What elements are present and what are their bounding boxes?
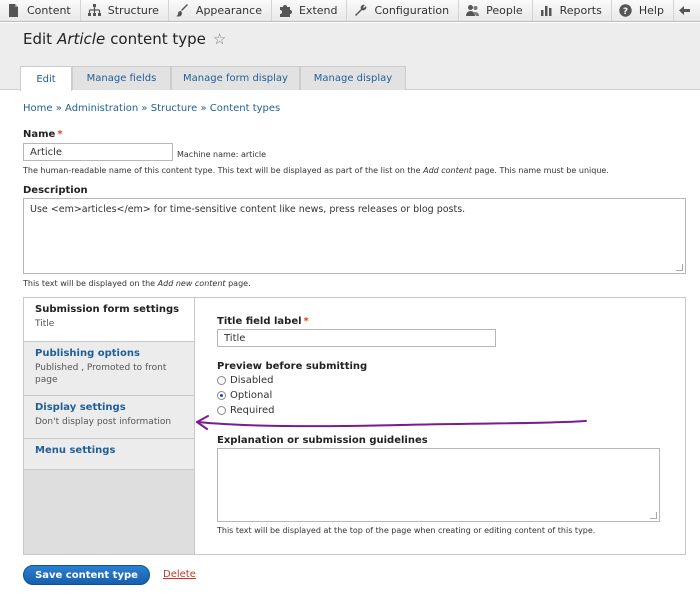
vtab-summary: Don't display post information [35,417,172,427]
toolbar-content[interactable]: Content [0,0,81,21]
back-arrow-icon [678,6,690,15]
tab-manage-display[interactable]: Manage display [300,66,406,90]
page-header: Edit Article content type ☆ Edit Manage … [0,23,700,91]
name-label: Name * [23,129,63,140]
wrench-icon [355,4,367,16]
required-mark: * [303,316,309,327]
title-prefix: Edit [23,30,53,48]
preview-option-optional[interactable]: Optional [217,390,272,401]
toolbar-people[interactable]: People [459,0,533,21]
toolbar-extend[interactable]: Extend [272,0,348,21]
vtab-menu-settings[interactable]: Menu settings [24,439,194,470]
description-text: Use <em>articles</em> for time-sensitive… [30,204,466,215]
vtab-summary: Published , Promoted to front page [35,363,167,385]
toolbar-reports[interactable]: Reports [533,0,612,21]
vtab-title: Display settings [35,402,126,413]
name-help-post: page. This name must be unique. [474,166,609,175]
delete-link[interactable]: Delete [163,569,196,580]
radio-button[interactable] [217,376,226,385]
description-help-em: Add new content [157,279,226,288]
title-suffix: content type [110,30,206,48]
breadcrumb-administration[interactable]: Administration [65,103,138,114]
title-field-label: Title field label * [217,316,309,327]
vertical-tabs-menu: Submission form settings Title Publishin… [24,298,195,554]
breadcrumb-separator: » [200,103,207,114]
toolbar-label: Reports [559,4,602,17]
title-field-label-text: Title field label [217,316,302,327]
machine-name: Machine name: article [177,150,267,159]
guidelines-help-text: This text will be displayed at the top o… [217,526,596,535]
radio-label: Optional [230,390,273,401]
tab-manage-form-display[interactable]: Manage form display [171,66,300,90]
vtab-title: Submission form settings [35,304,180,315]
file-icon [9,4,18,17]
breadcrumb: Home » Administration » Structure » Cont… [23,103,280,114]
toolbar-structure[interactable]: Structure [81,0,169,21]
resize-grip-icon[interactable] [676,264,683,271]
breadcrumb-separator: » [141,103,148,114]
guidelines-textarea[interactable] [217,448,660,522]
save-content-type-button[interactable]: Save content type [23,565,150,585]
toolbar-appearance[interactable]: Appearance [169,0,272,21]
paintbrush-icon [175,4,188,17]
toolbar-label: Structure [107,4,159,17]
breadcrumb-home[interactable]: Home [23,103,53,114]
preview-option-required[interactable]: Required [217,405,275,416]
preview-label: Preview before submitting [217,361,368,372]
svg-text:?: ? [623,7,628,17]
tab-manage-fields[interactable]: Manage fields [72,66,171,90]
resize-grip-icon[interactable] [650,512,657,519]
structure-icon [87,4,101,16]
name-help-text: The human-readable name of this content … [23,166,609,175]
description-label: Description [23,185,88,196]
toolbar-label: Help [638,4,664,17]
question-icon: ? [619,4,632,17]
people-icon [466,5,480,16]
toolbar-label: Extend [298,4,338,17]
toolbar-help[interactable]: ? Help [612,0,674,21]
radio-button[interactable] [217,406,226,415]
toolbar-label: Content [27,4,71,17]
name-help-em: Add content [423,166,472,175]
radio-label: Disabled [230,375,274,386]
puzzle-icon [279,5,292,17]
description-help-post: page. [228,279,251,288]
breadcrumb-structure[interactable]: Structure [151,103,198,114]
shortcut-star-icon[interactable]: ☆ [213,30,226,48]
toolbar-back[interactable] [674,0,700,21]
title-field-input[interactable]: Title [217,329,496,347]
page-title: Edit Article content type ☆ [23,30,226,48]
vtab-title: Publishing options [35,348,140,359]
description-textarea[interactable]: Use <em>articles</em> for time-sensitive… [23,198,686,274]
name-input[interactable]: Article [23,143,173,161]
description-help-text: This text will be displayed on the Add n… [23,279,251,288]
toolbar-label: Appearance [195,4,262,17]
toolbar-label: People [486,4,523,17]
vtab-publishing-options[interactable]: Publishing options Published , Promoted … [24,342,194,396]
preview-option-disabled[interactable]: Disabled [217,375,273,386]
toolbar-label: Configuration [374,4,450,17]
radio-button[interactable] [217,391,226,400]
vtab-display-settings[interactable]: Display settings Don't display post info… [24,396,194,439]
tab-edit[interactable]: Edit [20,66,72,91]
vtab-title: Menu settings [35,445,116,456]
title-content-type: Article [57,30,106,48]
primary-tabs: Edit Manage fields Manage form display M… [20,66,406,91]
breadcrumb-separator: » [55,103,62,114]
description-help-pre: This text will be displayed on the [23,279,156,288]
chart-icon [540,6,552,16]
vtab-summary: Title [35,319,55,329]
radio-label: Required [230,405,275,416]
vtab-submission-form-settings[interactable]: Submission form settings Title [24,298,195,342]
breadcrumb-content-types[interactable]: Content types [210,103,281,114]
name-label-text: Name [23,129,56,140]
required-mark: * [57,129,63,140]
toolbar-configuration[interactable]: Configuration [347,0,460,21]
admin-toolbar: Content Structure Appearance Extend Conf… [0,0,700,22]
guidelines-label: Explanation or submission guidelines [217,435,428,446]
name-help-pre: The human-readable name of this content … [23,166,421,175]
